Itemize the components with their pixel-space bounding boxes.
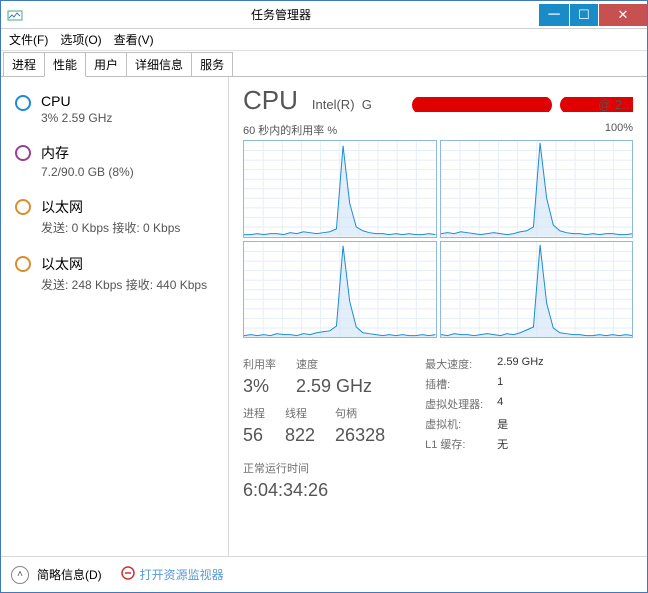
task-manager-window: 任务管理器 ─ ☐ ✕ 文件(F) 选项(O) 查看(V) 进程 性能 用户 详…	[0, 0, 648, 593]
memory-ring-icon	[15, 145, 31, 161]
cpu-chart-3[interactable]	[440, 241, 634, 339]
close-button[interactable]: ✕	[599, 4, 647, 26]
maxspeed-value: 2.59 GHz	[497, 356, 543, 372]
main-panel: CPU Intel(R) G @ 2... 60 秒内的利用率 % 100%	[229, 77, 647, 556]
thread-label: 线程	[285, 405, 315, 421]
app-icon	[7, 7, 23, 23]
thread-value: 822	[285, 425, 315, 446]
sidebar-eth2-sub: 发送: 248 Kbps 接收: 440 Kbps	[41, 276, 207, 293]
cpu-chart-1[interactable]	[440, 140, 634, 238]
cpu-name-suffix: @ 2...	[598, 97, 633, 112]
sidebar-cpu-sub: 3% 2.59 GHz	[41, 111, 112, 125]
resmon-label: 打开资源监视器	[140, 566, 224, 583]
sidebar-item-memory[interactable]: 内存 7.2/90.0 GB (8%)	[1, 135, 228, 189]
tab-services[interactable]: 服务	[191, 52, 233, 76]
speed-value: 2.59 GHz	[296, 376, 372, 397]
titlebar[interactable]: 任务管理器 ─ ☐ ✕	[1, 1, 647, 29]
chart-label-left: 60 秒内的利用率 %	[243, 122, 337, 138]
minimize-button[interactable]: ─	[539, 4, 569, 26]
l1-value: 无	[497, 436, 543, 452]
cpu-chart-0[interactable]	[243, 140, 437, 238]
window-title: 任务管理器	[23, 6, 539, 23]
stats-row: 利用率 3% 速度 2.59 GHz 进程 56	[243, 356, 633, 501]
cpu-chart-2[interactable]	[243, 241, 437, 339]
tab-processes[interactable]: 进程	[3, 52, 45, 76]
util-label: 利用率	[243, 356, 276, 372]
sidebar-item-ethernet-2[interactable]: 以太网 发送: 248 Kbps 接收: 440 Kbps	[1, 246, 228, 303]
main-title: CPU	[243, 85, 298, 116]
sidebar-item-ethernet-1[interactable]: 以太网 发送: 0 Kbps 接收: 0 Kbps	[1, 189, 228, 246]
ethernet-ring-icon	[15, 199, 31, 215]
chart-label-right: 100%	[605, 122, 633, 138]
sidebar-memory-title: 内存	[41, 143, 134, 163]
redaction-mark	[412, 97, 552, 112]
chevron-up-icon[interactable]: ˄	[11, 566, 29, 584]
cpu-charts-grid	[243, 140, 633, 338]
tab-performance[interactable]: 性能	[44, 52, 86, 77]
cpu-model-name: Intel(R) G @ 2...	[312, 97, 633, 112]
sidebar-cpu-title: CPU	[41, 93, 112, 109]
stats-left: 利用率 3% 速度 2.59 GHz 进程 56	[243, 356, 385, 501]
vm-label: 虚拟机:	[425, 416, 483, 432]
sidebar-item-cpu[interactable]: CPU 3% 2.59 GHz	[1, 85, 228, 135]
cpu-ring-icon	[15, 95, 31, 111]
tab-details[interactable]: 详细信息	[126, 52, 192, 76]
sidebar-eth1-sub: 发送: 0 Kbps 接收: 0 Kbps	[41, 219, 180, 236]
stats-right: 最大速度: 2.59 GHz 插槽: 1 虚拟处理器: 4 虚拟机: 是 L1 …	[425, 356, 544, 501]
ethernet-ring-icon	[15, 256, 31, 272]
proc-value: 56	[243, 425, 265, 446]
util-value: 3%	[243, 376, 276, 397]
sidebar-memory-sub: 7.2/90.0 GB (8%)	[41, 165, 134, 179]
l1-label: L1 缓存:	[425, 436, 483, 452]
brief-info-link[interactable]: 简略信息(D)	[37, 566, 102, 583]
proc-label: 进程	[243, 405, 265, 421]
handle-label: 句柄	[335, 405, 385, 421]
sidebar-eth2-title: 以太网	[41, 254, 207, 274]
sockets-label: 插槽:	[425, 376, 483, 392]
sidebar-eth1-title: 以太网	[41, 197, 180, 217]
content: CPU 3% 2.59 GHz 内存 7.2/90.0 GB (8%) 以太网 …	[1, 77, 647, 556]
sockets-value: 1	[497, 376, 543, 392]
handle-value: 26328	[335, 425, 385, 446]
resmon-icon	[120, 565, 136, 584]
uptime-label: 正常运行时间	[243, 460, 385, 476]
menu-file[interactable]: 文件(F)	[5, 29, 52, 50]
footer: ˄ 简略信息(D) 打开资源监视器	[1, 556, 647, 592]
uptime-value: 6:04:34:26	[243, 480, 385, 501]
tab-users[interactable]: 用户	[85, 52, 127, 76]
open-resmon-link[interactable]: 打开资源监视器	[120, 565, 224, 584]
menubar: 文件(F) 选项(O) 查看(V)	[1, 29, 647, 51]
speed-label: 速度	[296, 356, 372, 372]
vcpu-label: 虚拟处理器:	[425, 396, 483, 412]
tabbar: 进程 性能 用户 详细信息 服务	[1, 51, 647, 77]
maximize-button[interactable]: ☐	[570, 4, 598, 26]
menu-options[interactable]: 选项(O)	[56, 29, 105, 50]
maxspeed-label: 最大速度:	[425, 356, 483, 372]
sidebar: CPU 3% 2.59 GHz 内存 7.2/90.0 GB (8%) 以太网 …	[1, 77, 229, 556]
vm-value: 是	[497, 416, 543, 432]
cpu-name-prefix: Intel(R)	[312, 97, 355, 112]
vcpu-value: 4	[497, 396, 543, 412]
menu-view[interactable]: 查看(V)	[110, 29, 158, 50]
